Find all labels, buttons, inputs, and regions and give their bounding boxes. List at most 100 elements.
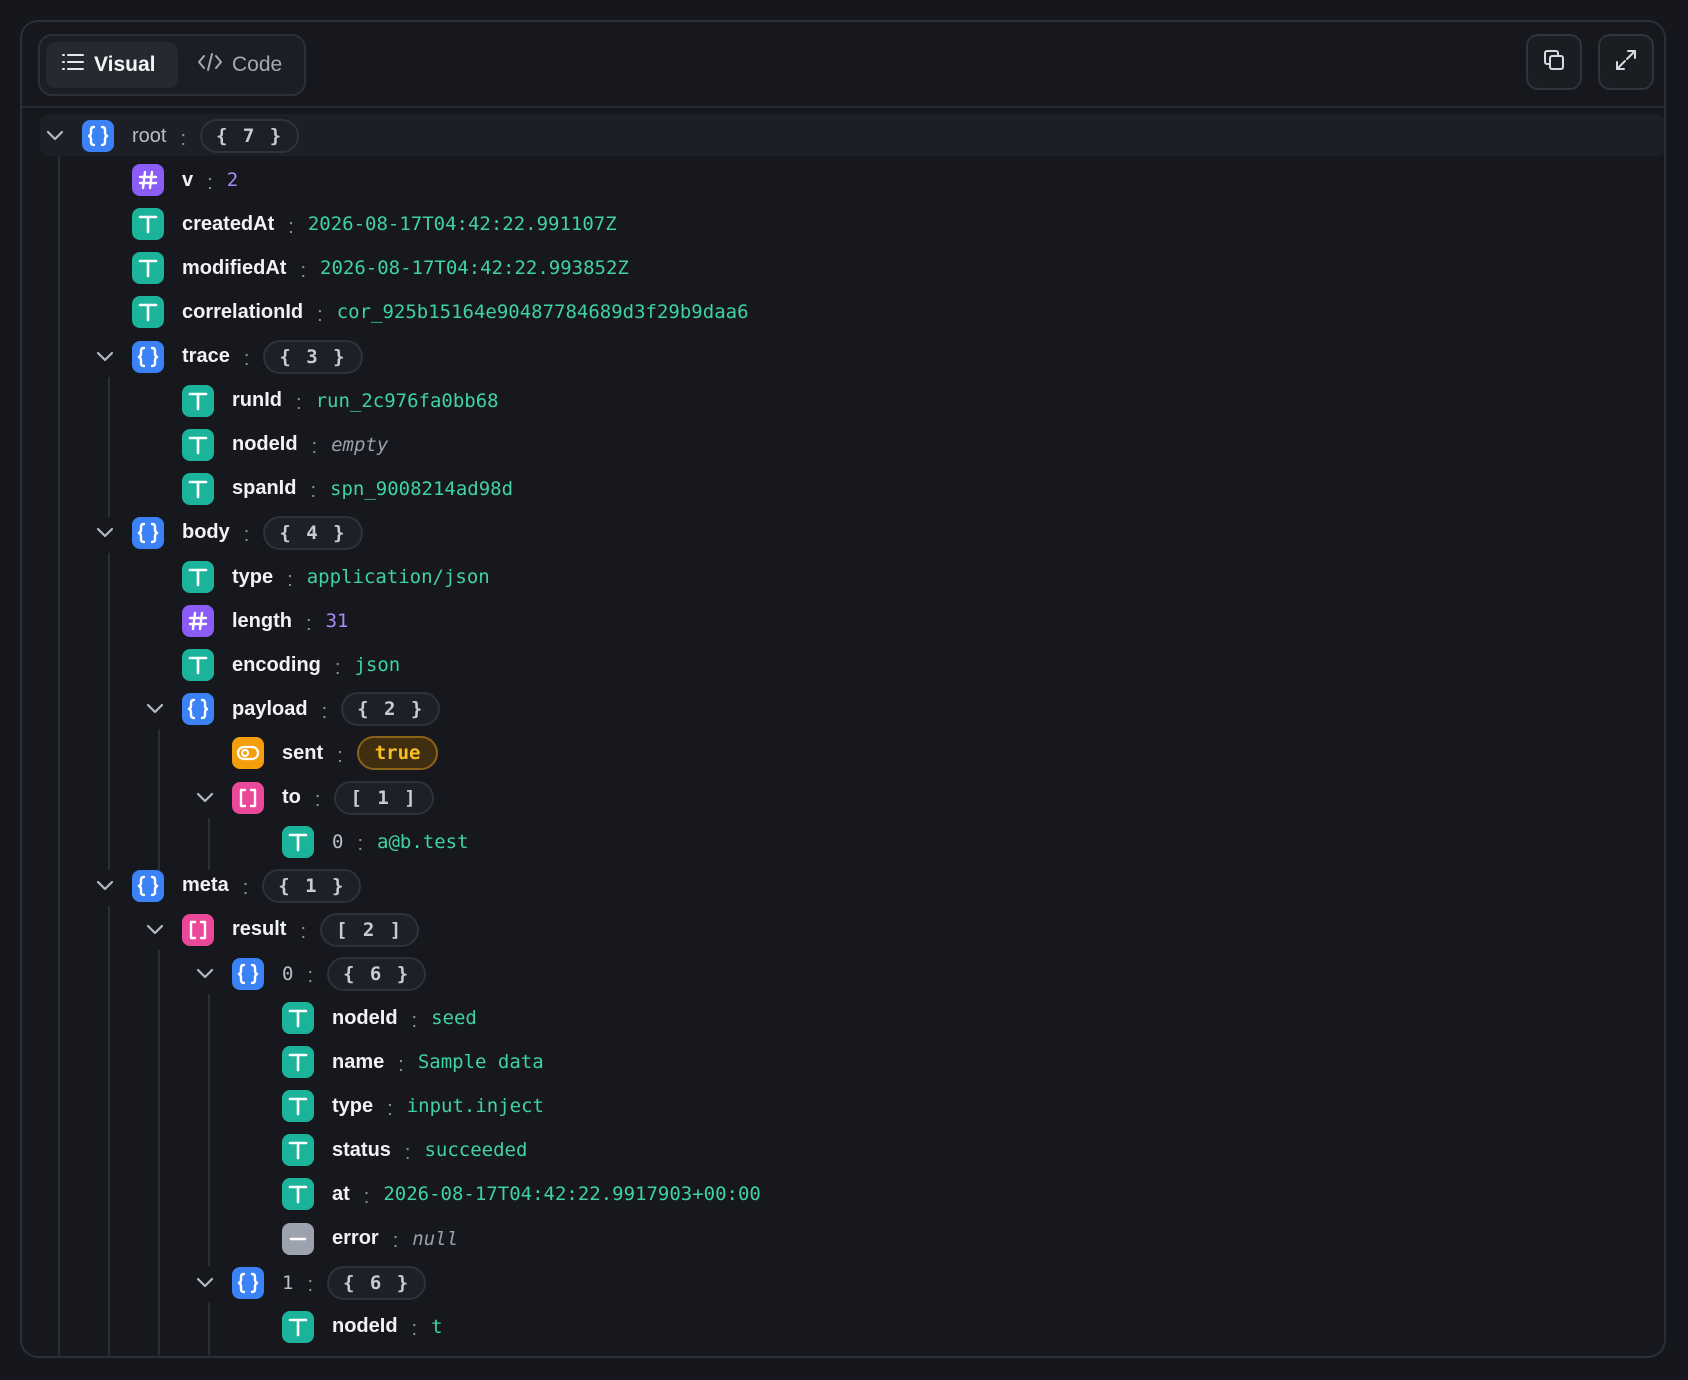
node-key: type [332, 1094, 374, 1117]
copy-button[interactable] [1526, 34, 1582, 90]
chevron-down-icon[interactable] [90, 342, 120, 372]
string-value: 2026-08-17T04:42:22.991107Z [307, 213, 617, 236]
child-count-badge: { 7 } [200, 119, 300, 153]
chevron-down-icon[interactable] [190, 1268, 220, 1298]
tab-visual[interactable]: Visual [46, 42, 178, 88]
tree-node: encoding: json [182, 645, 400, 685]
tab-visual-label: Visual [94, 53, 156, 76]
key-value-separator: : [363, 1185, 370, 1208]
string-type-icon [182, 649, 214, 682]
tree-node-collapsible[interactable]: body: { 4 } [90, 513, 363, 553]
node-key: 0 [332, 830, 344, 853]
string-type-icon [282, 1310, 314, 1343]
tree-guide-line [158, 949, 160, 1355]
array-type-icon [232, 781, 264, 814]
tree-node: spanId: spn_9008214ad98d [182, 469, 513, 509]
tree-guide-line [58, 156, 60, 1355]
tree-node: length:31 [182, 601, 348, 641]
object-type-icon [232, 1266, 264, 1299]
tree-node-collapsible[interactable]: meta: { 1 } [90, 866, 362, 906]
object-type-icon [132, 516, 164, 549]
string-type-icon [282, 1002, 314, 1034]
list-icon [62, 53, 84, 77]
tab-code[interactable]: Code [182, 42, 300, 88]
number-value: 2 [226, 169, 239, 192]
tree-node: createdAt:2026-08-17T04:42:22.991107Z [132, 204, 617, 244]
node-key: v [182, 168, 194, 191]
key-value-separator: : [311, 436, 318, 459]
key-value-separator: : [404, 1141, 411, 1164]
node-key: runId [232, 389, 282, 412]
tree-node-collapsible[interactable]: root: { 7 } [40, 116, 300, 156]
number-type-icon [182, 605, 214, 638]
key-value-separator: : [357, 833, 364, 856]
child-count-badge: { 2 } [341, 692, 441, 727]
tree-node: nodeId: empty [182, 425, 388, 465]
string-type-icon [182, 428, 214, 461]
key-value-separator: : [411, 1009, 418, 1032]
tree-node: type: application/json [182, 557, 490, 597]
node-key: 0 [282, 962, 294, 985]
null-type-icon [282, 1222, 314, 1255]
string-value: json [354, 654, 401, 677]
key-value-separator: : [337, 744, 343, 767]
key-value-separator: : [287, 568, 293, 591]
tree-node: 0: a@b.test [282, 822, 469, 862]
string-type-icon [132, 208, 164, 241]
chevron-down-icon[interactable] [40, 121, 70, 151]
key-value-separator: : [307, 965, 314, 988]
chevron-down-icon[interactable] [190, 959, 220, 989]
tree-guide-line [208, 1302, 210, 1355]
object-type-icon [182, 693, 214, 726]
tree-node: runId: run_2c976fa0bb68 [182, 381, 499, 421]
node-key: nodeId [332, 1315, 398, 1338]
string-type-icon [282, 1046, 314, 1079]
boolean-type-icon [232, 737, 264, 770]
chevron-down-icon[interactable] [90, 871, 120, 901]
key-value-separator: : [317, 303, 323, 326]
string-value: input.inject [406, 1095, 544, 1118]
number-value: 31 [325, 610, 349, 633]
key-value-separator: : [310, 480, 317, 503]
tree-node: modifiedAt:2026-08-17T04:42:22.993852Z [132, 248, 629, 288]
string-value: application/json [306, 566, 490, 588]
number-type-icon [132, 164, 164, 197]
node-key: root [132, 124, 167, 147]
tree-node: name: Sample data [282, 1042, 544, 1082]
tree-node-collapsible[interactable]: 1: { 6 } [190, 1263, 427, 1303]
string-value: Sample data [417, 1051, 544, 1074]
chevron-down-icon[interactable] [190, 783, 220, 813]
string-value: run_2c976fa0bb68 [315, 389, 499, 412]
object-type-icon [132, 869, 164, 902]
tree-guide-line [208, 993, 210, 1267]
chevron-down-icon[interactable] [140, 694, 170, 724]
node-key: encoding [232, 653, 321, 676]
key-value-separator: : [288, 215, 294, 238]
node-key: body [182, 521, 230, 544]
chevron-down-icon[interactable] [140, 915, 170, 945]
node-key: payload [232, 697, 308, 720]
string-value: 2026-08-17T04:42:22.993852Z [320, 257, 629, 280]
node-key: trace [182, 345, 230, 367]
string-type-icon [182, 561, 214, 593]
chevron-down-icon[interactable] [90, 518, 120, 548]
null-value: null [412, 1227, 459, 1250]
key-value-separator: : [314, 789, 321, 811]
json-tree: root:{ 7 } v:2 createdAt:2026-08-17T04:42:… [22, 114, 1664, 1356]
expand-button[interactable] [1598, 34, 1654, 90]
node-key: status [332, 1138, 391, 1161]
tree-node: status: succeeded [282, 1130, 527, 1170]
string-type-icon [282, 825, 314, 858]
tree-node-collapsible[interactable]: trace: { 3 } [90, 337, 363, 377]
node-key: meta [182, 874, 229, 897]
child-count-badge: { 6 } [327, 956, 427, 991]
key-value-separator: : [243, 348, 250, 370]
key-value-separator: : [306, 612, 312, 635]
tree-node-collapsible[interactable]: 0: { 6 } [190, 954, 427, 994]
tree-node-collapsible[interactable]: result: [ 2 ] [140, 910, 420, 950]
tree-node-collapsible[interactable]: payload: { 2 } [140, 689, 441, 729]
tree-guide-line [208, 817, 210, 870]
tree-node: sent: true [232, 733, 439, 773]
key-value-separator: : [334, 656, 341, 679]
tree-node-collapsible[interactable]: to: [ 1 ] [190, 778, 434, 818]
